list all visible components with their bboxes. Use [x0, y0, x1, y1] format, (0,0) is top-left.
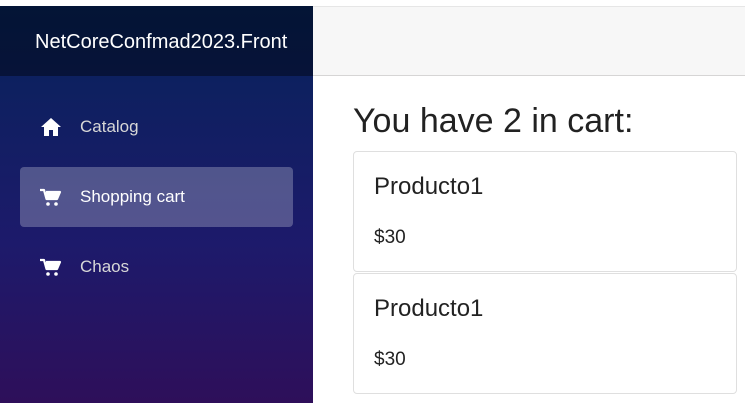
sidebar-item-label: Shopping cart [80, 187, 185, 206]
brand-bar: NetCoreConfmad2023.Front [0, 6, 313, 76]
product-name: Producto1 [374, 173, 484, 200]
product-price: $30 [374, 349, 406, 370]
app-window: NetCoreConfmad2023.Front Catalog Shoppin… [0, 0, 745, 403]
sidebar-item-shopping-cart[interactable]: Shopping cart [20, 167, 293, 227]
cart-icon [39, 186, 63, 208]
sidebar-item-label: Catalog [80, 117, 139, 136]
product-price: $30 [374, 227, 406, 248]
page-title: You have 2 in cart: [353, 102, 634, 140]
top-row [313, 6, 745, 76]
sidebar-item-catalog[interactable]: Catalog [20, 97, 293, 157]
sidebar-item-chaos[interactable]: Chaos [20, 237, 293, 297]
cart-item-card: Producto1 $30 [353, 151, 737, 272]
sidebar-nav: Catalog Shopping cart Chaos [20, 97, 293, 307]
sidebar-item-label: Chaos [80, 257, 130, 276]
sidebar: NetCoreConfmad2023.Front Catalog Shoppin… [0, 6, 313, 403]
home-icon [39, 116, 63, 138]
product-name: Producto1 [374, 295, 484, 322]
brand-link[interactable]: NetCoreConfmad2023.Front [35, 30, 287, 54]
main-content: You have 2 in cart: Producto1 $30 Produc… [313, 77, 745, 403]
cart-item-card: Producto1 $30 [353, 273, 737, 394]
cart-icon [39, 256, 63, 278]
